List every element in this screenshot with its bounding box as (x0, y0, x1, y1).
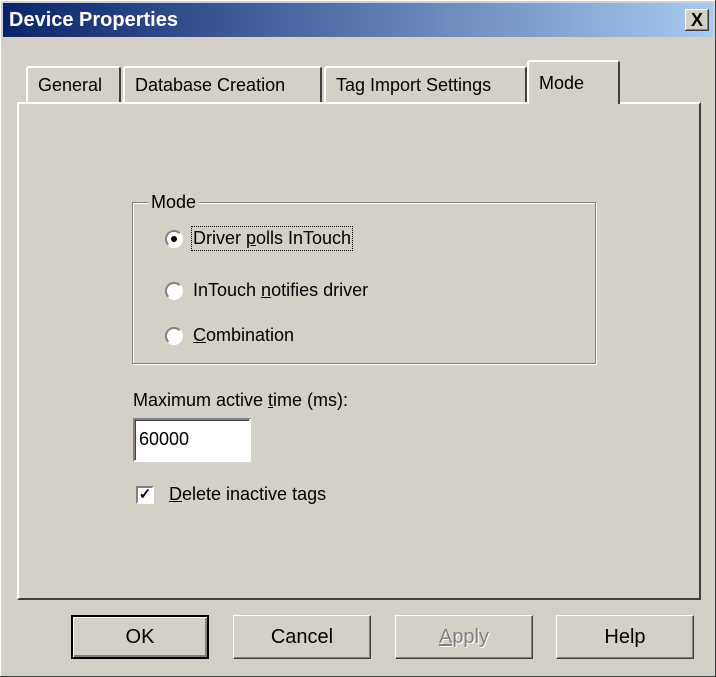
tab-tag-import-settings[interactable]: Tag Import Settings (324, 66, 527, 102)
help-button[interactable]: Help (556, 615, 694, 659)
label-part: pply (452, 625, 490, 648)
tab-mode-label: Mode (539, 73, 585, 93)
apply-button-label: Apply (439, 626, 489, 649)
active-tab-joint (529, 100, 618, 104)
ok-button[interactable]: OK (71, 615, 209, 659)
tab-mode[interactable]: Mode (527, 60, 620, 104)
close-icon: X (690, 9, 703, 30)
cancel-button-label: Cancel (270, 625, 334, 648)
tab-general-label: General (38, 75, 103, 95)
apply-button[interactable]: Apply (395, 615, 533, 659)
close-button[interactable]: X (685, 9, 709, 31)
cancel-button[interactable]: Cancel (233, 615, 371, 659)
device-properties-dialog: Device Properties X General Database Cre… (0, 0, 716, 677)
title-bar[interactable]: Device Properties X (3, 3, 713, 37)
mode-tab-panel (17, 102, 701, 600)
tab-general[interactable]: General (26, 66, 121, 102)
tab-database-creation-label: Database Creation (135, 75, 286, 95)
window-title: Device Properties (9, 9, 178, 31)
tab-database-creation[interactable]: Database Creation (123, 66, 322, 102)
ok-button-label: OK (125, 625, 155, 648)
tab-tag-import-settings-label: Tag Import Settings (336, 75, 492, 95)
mnemonic: A (438, 625, 453, 648)
help-button-label: Help (604, 625, 646, 648)
